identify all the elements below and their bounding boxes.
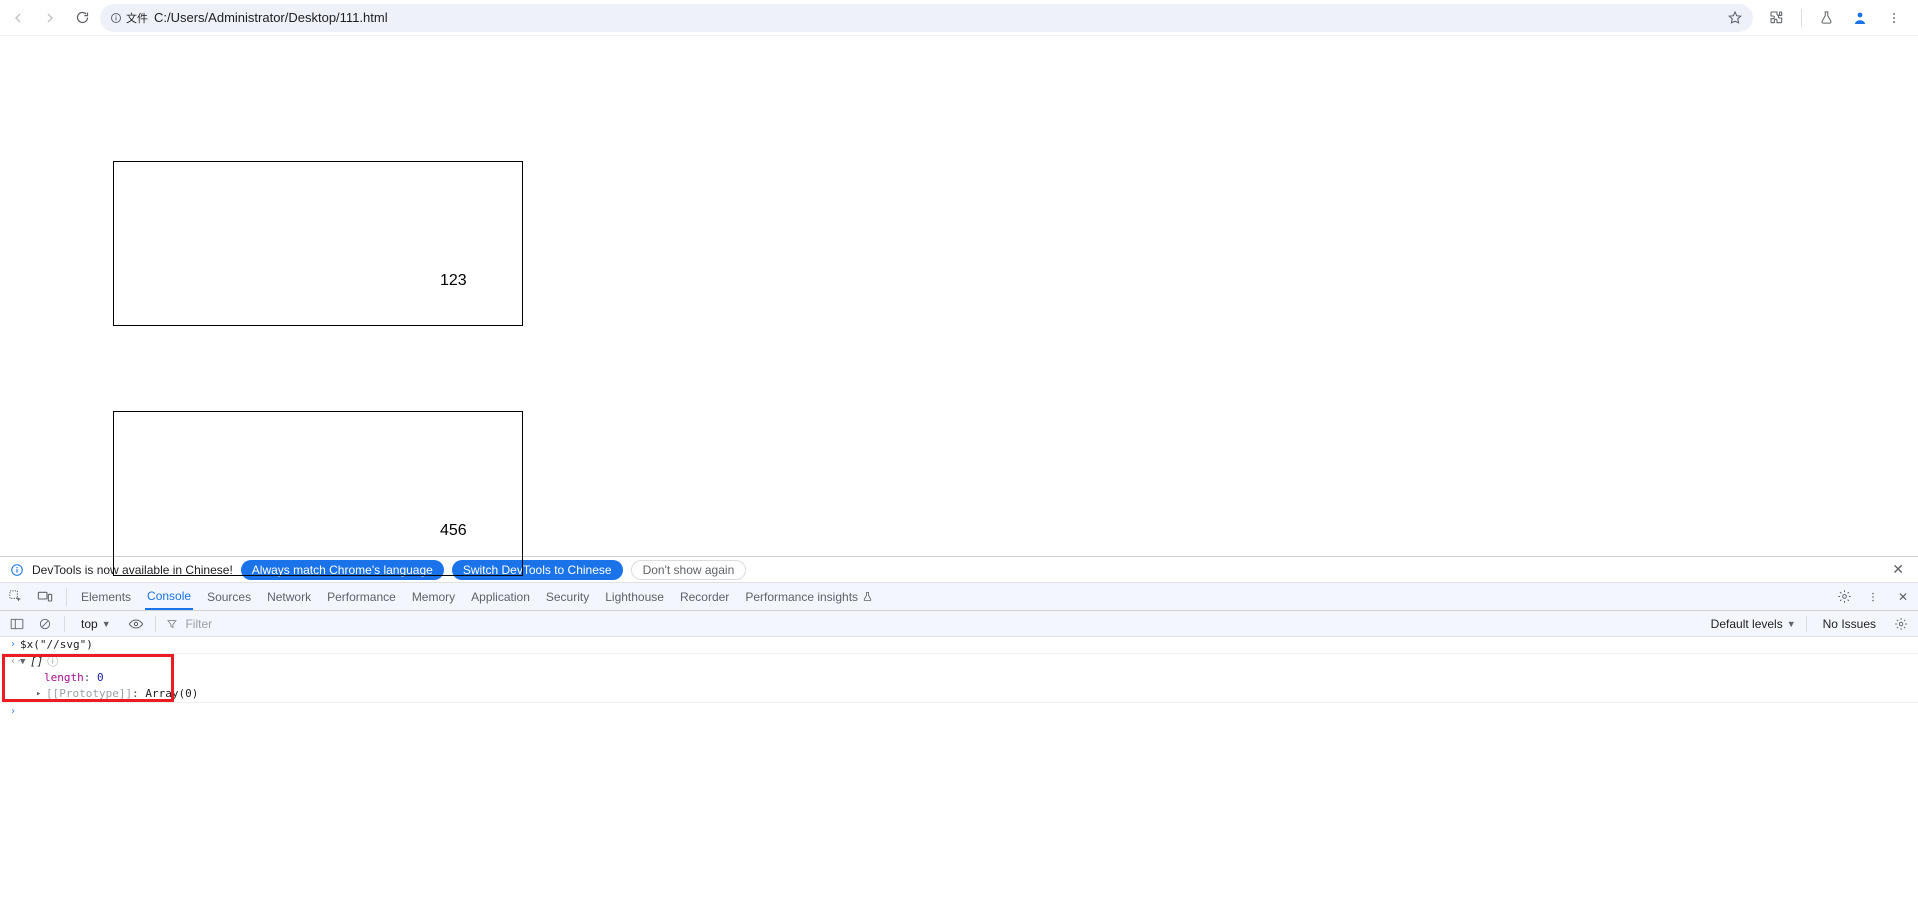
file-chip-label: 文件: [126, 10, 148, 26]
filter-input[interactable]: [183, 616, 1700, 632]
filter-icon: [166, 618, 178, 630]
page-content: 123 456: [0, 36, 1918, 556]
tab-sources[interactable]: Sources: [205, 583, 253, 610]
devtools-tab-strip: Elements Console Sources Network Perform…: [0, 583, 1918, 611]
tab-performance-insights[interactable]: Performance insights: [743, 583, 875, 610]
tab-console[interactable]: Console: [145, 583, 193, 610]
kebab-menu-icon[interactable]: [1884, 8, 1904, 28]
forward-button[interactable]: [40, 8, 60, 28]
address-bar[interactable]: 文件 C:/Users/Administrator/Desktop/111.ht…: [100, 4, 1753, 32]
prop-key: length: [44, 671, 84, 684]
tab-application[interactable]: Application: [469, 583, 532, 610]
tab-network[interactable]: Network: [265, 583, 313, 610]
console-input-text: $x("//svg"): [20, 638, 93, 652]
devtools-kebab-icon[interactable]: [1864, 588, 1882, 606]
content-box-2: 456: [113, 411, 523, 576]
devtools-panel: DevTools is now available in Chinese! Al…: [0, 556, 1918, 727]
levels-label: Default levels: [1711, 617, 1783, 631]
extensions-icon[interactable]: [1767, 8, 1787, 28]
console-return-row[interactable]: ‹· ▼ [] ⓘ: [0, 654, 1918, 670]
object-prop-prototype[interactable]: ▸ [[Prototype]]: Array(0): [0, 686, 1918, 703]
tab-recorder[interactable]: Recorder: [678, 583, 731, 610]
content-box-1: 123: [113, 161, 523, 326]
console-prompt[interactable]: ›: [0, 703, 1918, 721]
prop-key: [[Prototype]]: [46, 687, 132, 700]
return-value: []: [30, 655, 43, 669]
tab-lighthouse[interactable]: Lighthouse: [603, 583, 666, 610]
nav-buttons: [8, 8, 92, 28]
return-chevron-icon: ‹·: [10, 655, 20, 669]
collapse-caret-icon[interactable]: ▸: [36, 687, 46, 701]
context-selector[interactable]: top ▼: [75, 614, 117, 634]
box-1-text: 123: [440, 272, 467, 290]
banner-dont-show-button[interactable]: Don't show again: [631, 560, 747, 580]
browser-right-icons: [1761, 8, 1910, 28]
console-settings-icon[interactable]: [1892, 615, 1910, 633]
expand-caret-icon[interactable]: ▼: [20, 655, 30, 669]
console-input-row: › $x("//svg"): [0, 637, 1918, 654]
live-expression-icon[interactable]: [127, 615, 145, 633]
prop-value: 0: [97, 671, 104, 684]
context-label: top: [81, 617, 98, 631]
console-toolbar: top ▼ Default levels ▼ No Issues: [0, 611, 1918, 637]
tab-memory[interactable]: Memory: [410, 583, 457, 610]
prop-value: Array(0): [145, 687, 198, 700]
labs-icon[interactable]: [1816, 8, 1836, 28]
object-prop-length[interactable]: length: 0: [0, 670, 1918, 686]
prompt-icon: ›: [10, 638, 20, 652]
page-info-chip[interactable]: 文件: [110, 10, 148, 26]
browser-toolbar: 文件 C:/Users/Administrator/Desktop/111.ht…: [0, 0, 1918, 36]
info-icon[interactable]: ⓘ: [47, 655, 58, 669]
chevron-down-icon: ▼: [102, 619, 111, 629]
banner-close-icon[interactable]: ✕: [1888, 561, 1908, 578]
device-toolbar-icon[interactable]: [36, 588, 54, 606]
console-body[interactable]: › $x("//svg") ‹· ▼ [] ⓘ length: 0 ▸: [0, 637, 1918, 727]
issues-label[interactable]: No Issues: [1817, 617, 1882, 631]
log-levels-selector[interactable]: Default levels ▼: [1711, 617, 1796, 631]
separator: [64, 616, 65, 632]
console-filter[interactable]: [166, 616, 1701, 632]
back-button[interactable]: [8, 8, 28, 28]
separator: [1806, 616, 1807, 632]
profile-avatar[interactable]: [1850, 8, 1870, 28]
info-icon: [110, 12, 122, 24]
info-icon: [10, 563, 24, 577]
tab-performance[interactable]: Performance: [325, 583, 398, 610]
separator: [1801, 9, 1802, 27]
chevron-down-icon: ▼: [1787, 619, 1796, 629]
separator: [155, 616, 156, 632]
url-text: C:/Users/Administrator/Desktop/111.html: [154, 10, 388, 25]
console-output-group: ‹· ▼ [] ⓘ length: 0 ▸ [[Prototype]]: Arr…: [0, 654, 1918, 703]
tab-elements[interactable]: Elements: [79, 583, 133, 610]
console-sidebar-toggle-icon[interactable]: [8, 615, 26, 633]
inspect-element-icon[interactable]: [6, 588, 24, 606]
clear-console-icon[interactable]: [36, 615, 54, 633]
devtools-close-icon[interactable]: ✕: [1894, 588, 1912, 606]
tab-perf-insights-label: Performance insights: [745, 590, 858, 604]
flask-icon: [862, 591, 873, 602]
bookmark-star-icon[interactable]: [1727, 10, 1743, 26]
separator: [66, 588, 67, 606]
devtools-settings-icon[interactable]: [1837, 589, 1852, 604]
reload-button[interactable]: [72, 8, 92, 28]
tab-security[interactable]: Security: [544, 583, 591, 610]
box-2-text: 456: [440, 522, 467, 540]
